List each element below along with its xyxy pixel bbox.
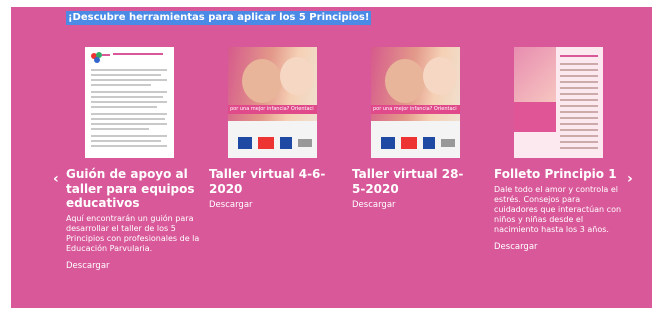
card-title[interactable]: Taller virtual 4-6-2020	[209, 167, 329, 196]
ministry-logo-icon	[280, 137, 292, 149]
card-title[interactable]: Taller virtual 28-5-2020	[352, 167, 472, 196]
next-arrow-icon[interactable]: ›	[627, 172, 633, 186]
carousel-card: Guión de apoyo al taller para equipos ed…	[66, 47, 206, 271]
ministry-logo-icon	[423, 137, 435, 149]
download-link[interactable]: Descargar	[494, 242, 624, 252]
mother-face	[385, 59, 425, 103]
section-heading: ¡Descubre herramientas para aplicar los …	[66, 11, 372, 25]
government-logo-icon	[381, 137, 395, 149]
carousel-card: Folleto Principio 1 Dale todo el amor y …	[494, 47, 624, 252]
brochure-thumbnail[interactable]	[514, 47, 603, 158]
baby-face	[423, 57, 457, 95]
tools-carousel: ¡Descubre herramientas para aplicar los …	[11, 7, 652, 308]
card-title[interactable]: Folleto Principio 1	[494, 167, 624, 182]
flyer-caption: por una mejor infancia? Orientaci	[230, 106, 314, 112]
government-logo-icon	[238, 137, 252, 149]
download-link[interactable]: Descargar	[66, 261, 206, 271]
card-title[interactable]: Guión de apoyo al taller para equipos ed…	[66, 167, 206, 211]
download-link[interactable]: Descargar	[352, 200, 472, 210]
card-description: Dale todo el amor y controla el estrés. …	[494, 184, 622, 234]
flyer-caption: por una mejor infancia? Orientaci	[373, 106, 457, 112]
partner-logo-icon	[441, 139, 455, 147]
prev-arrow-icon[interactable]: ‹	[53, 172, 59, 186]
child-photo	[514, 47, 556, 102]
carousel-card: por una mejor infancia? Orientaci Taller…	[209, 47, 329, 210]
flyer-thumbnail[interactable]: por una mejor infancia? Orientaci	[228, 47, 317, 158]
fch-logo-icon	[401, 137, 417, 149]
fch-logo-icon	[258, 137, 274, 149]
baby-face	[280, 57, 314, 95]
carousel-card: por una mejor infancia? Orientaci Taller…	[352, 47, 472, 210]
colorful-logo-icon	[91, 52, 110, 63]
mother-face	[242, 59, 282, 103]
document-thumbnail[interactable]	[85, 47, 174, 158]
partner-logo-icon	[298, 139, 312, 147]
card-description: Aquí encontrarán un guión para desarroll…	[66, 213, 200, 253]
flyer-thumbnail[interactable]: por una mejor infancia? Orientaci	[371, 47, 460, 158]
download-link[interactable]: Descargar	[209, 200, 329, 210]
